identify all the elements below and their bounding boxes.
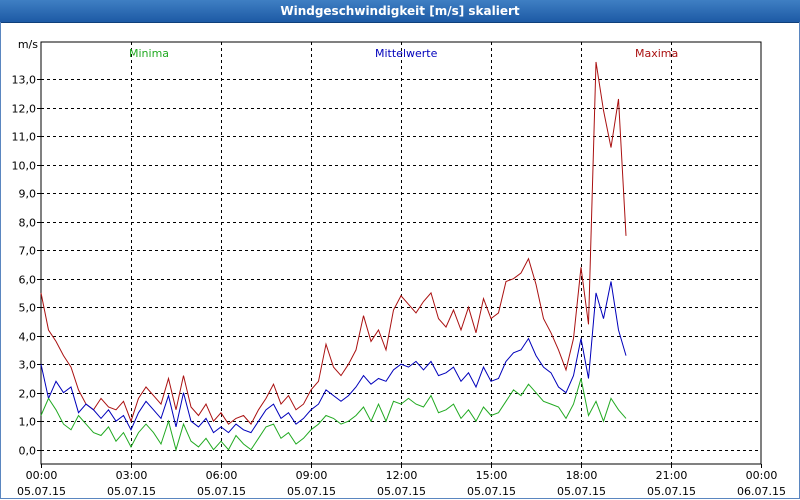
x-tick-date: 05.07.15 (377, 485, 426, 498)
y-tick-label: 12,0 (12, 103, 37, 116)
y-tick-label: 11,0 (12, 131, 37, 144)
x-tick-time: 18:00 (566, 469, 598, 482)
x-tick-date: 05.07.15 (287, 485, 336, 498)
y-tick-label: 1,0 (19, 416, 37, 429)
x-tick-time: 12:00 (386, 469, 418, 482)
x-tick-time: 00:00 (26, 469, 58, 482)
y-tick-label: 2,0 (19, 388, 37, 401)
legend-maxima: Maxima (635, 47, 679, 60)
y-tick-label: 13,0 (12, 74, 37, 87)
x-tick-date: 06.07.15 (737, 485, 786, 498)
y-tick-label: 3,0 (19, 359, 37, 372)
y-tick-label: 9,0 (19, 188, 37, 201)
x-tick-time: 15:00 (476, 469, 508, 482)
x-tick-date: 05.07.15 (557, 485, 606, 498)
legend-mittelwerte: Mittelwerte (375, 47, 438, 60)
x-tick-date: 05.07.15 (647, 485, 696, 498)
series-line-maxima (40, 61, 627, 425)
series-line-mittelwerte (40, 281, 627, 434)
chart-title: Windgeschwindigkeit [m/s] skaliert (280, 4, 520, 18)
y-tick-label: 7,0 (19, 245, 37, 258)
y-tick-label: 0,0 (19, 445, 37, 458)
x-tick-time: 09:00 (296, 469, 328, 482)
x-tick-time: 21:00 (656, 469, 688, 482)
y-tick-label: 4,0 (19, 331, 37, 344)
x-tick-time: 00:00 (746, 469, 778, 482)
chart-frame: 0,0 1,0 2,0 3,0 4,0 5,0 6,0 7,0 8,0 9,0 10,0 11,0 12… (0, 22, 800, 499)
x-tick-date: 05.07.15 (17, 485, 66, 498)
y-tick-label: 8,0 (19, 217, 37, 230)
legend-minima: Minima (129, 47, 170, 60)
x-tick-time: 03:00 (116, 469, 148, 482)
y-tick-label: 6,0 (19, 274, 37, 287)
chart-canvas: 0,0 1,0 2,0 3,0 4,0 5,0 6,0 7,0 8,0 9,0 10,0 11,0 12… (12, 38, 786, 498)
x-tick-date: 05.07.15 (107, 485, 156, 498)
y-tick-label: 10,0 (12, 160, 37, 173)
y-axis-label: m/s (18, 38, 38, 51)
y-tick-label: 5,0 (19, 302, 37, 315)
chart-title-bar: Windgeschwindigkeit [m/s] skaliert (0, 0, 800, 23)
x-tick-time: 06:00 (206, 469, 238, 482)
x-tick-date: 05.07.15 (467, 485, 516, 498)
x-tick-date: 05.07.15 (197, 485, 246, 498)
